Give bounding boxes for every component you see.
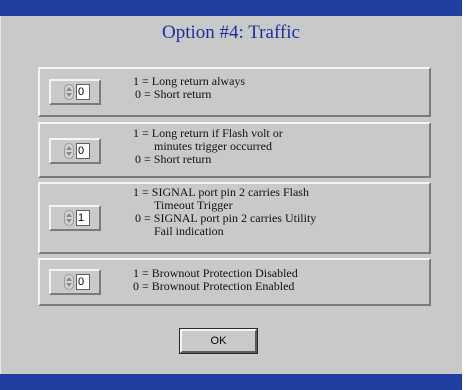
up-down-spinner-icon[interactable] — [64, 84, 74, 100]
option-group-flash-volt: 0 1 = Long return if Flash volt or minut… — [38, 122, 431, 178]
option-value-field[interactable]: 0 — [76, 84, 90, 100]
option-control-frame: 0 — [49, 79, 101, 105]
spin-down-icon[interactable] — [66, 93, 72, 97]
option-group-brownout: 0 1 = Brownout Protection Disabled 0 = B… — [38, 258, 431, 306]
ok-button[interactable]: OK — [179, 328, 258, 354]
up-down-spinner-icon[interactable] — [64, 210, 74, 226]
option-control-frame: 1 — [49, 205, 101, 231]
spin-up-icon[interactable] — [66, 146, 72, 150]
option-line: Fail indication — [154, 224, 224, 238]
dialog-window: Option #4: Traffic 0 1 = Long return alw… — [0, 0, 466, 390]
option-line: 0 = Brownout Protection Enabled — [133, 279, 295, 293]
title-bar — [0, 0, 462, 16]
spin-down-icon[interactable] — [66, 283, 72, 287]
spin-up-icon[interactable] — [66, 213, 72, 217]
option-line: 0 = Short return — [135, 87, 212, 101]
option-value-field[interactable]: 0 — [76, 274, 90, 290]
option-description: 1 = Long return if Flash volt or minutes… — [133, 127, 283, 166]
dialog-heading: Option #4: Traffic — [162, 22, 300, 43]
option-group-long-return: 0 1 = Long return always 0 = Short retur… — [38, 67, 431, 117]
option-line: 0 = Short return — [135, 152, 212, 166]
spin-up-icon[interactable] — [66, 277, 72, 281]
option-value-field[interactable]: 0 — [76, 143, 90, 159]
option-value-field[interactable]: 1 — [76, 210, 90, 226]
bottom-bar — [0, 374, 462, 390]
option-control-frame: 0 — [49, 138, 101, 164]
option-description: 1 = Long return always 0 = Short return — [133, 75, 245, 101]
option-control-frame: 0 — [49, 269, 101, 295]
option-group-signal-port: 1 1 = SIGNAL port pin 2 carries Flash Ti… — [38, 182, 431, 254]
spin-down-icon[interactable] — [66, 219, 72, 223]
up-down-spinner-icon[interactable] — [64, 274, 74, 290]
up-down-spinner-icon[interactable] — [64, 143, 74, 159]
spin-up-icon[interactable] — [66, 87, 72, 91]
option-description: 1 = Brownout Protection Disabled 0 = Bro… — [133, 267, 298, 293]
spin-down-icon[interactable] — [66, 152, 72, 156]
option-description: 1 = SIGNAL port pin 2 carries Flash Time… — [133, 186, 316, 238]
